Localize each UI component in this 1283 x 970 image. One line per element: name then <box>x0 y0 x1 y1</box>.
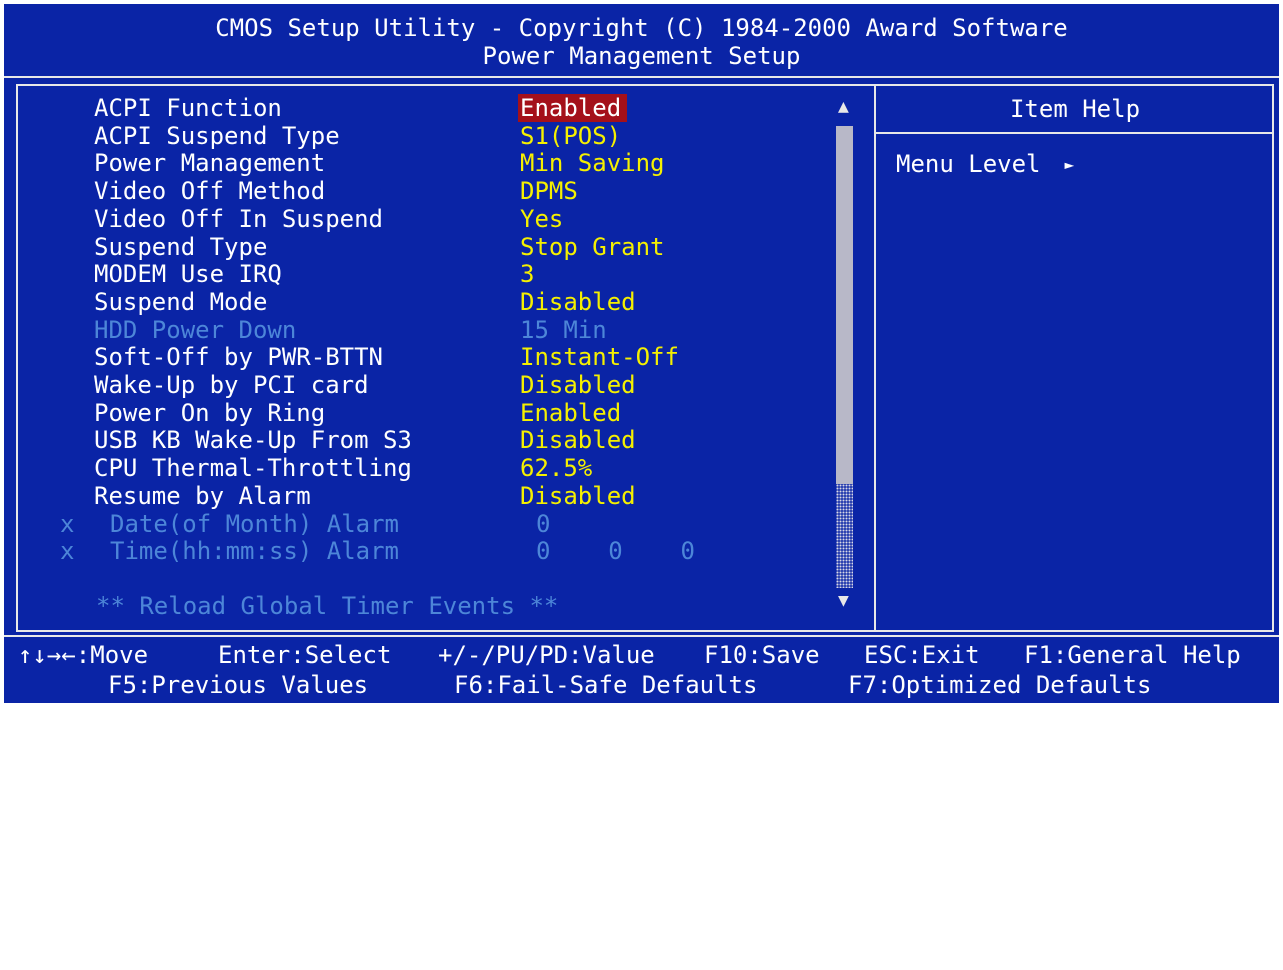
setting-value[interactable]: Disabled <box>520 288 636 316</box>
setting-value[interactable]: Enabled <box>520 399 621 427</box>
bios-screen: CMOS Setup Utility - Copyright (C) 1984-… <box>4 4 1279 703</box>
setting-label: HDD Power Down <box>94 315 297 344</box>
setting-value[interactable]: Disabled <box>520 482 636 510</box>
value-text: 0 0 0 <box>536 537 695 566</box>
setting-label: Soft-Off by PWR-BTTN <box>94 343 383 372</box>
setting-value[interactable]: Instant-Off <box>520 343 679 371</box>
header-title: CMOS Setup Utility - Copyright (C) 1984-… <box>215 14 1068 42</box>
value-text[interactable]: 62.5% <box>520 454 592 482</box>
value-text[interactable]: Yes <box>520 205 563 233</box>
setting-label: Resume by Alarm <box>94 481 311 510</box>
footer-f7: F7:Optimized Defaults <box>848 671 1152 699</box>
setting-value: 0 0 0 <box>536 537 695 565</box>
menu-level-label: Menu Level <box>896 150 1041 178</box>
value-text[interactable]: Stop Grant <box>520 233 665 261</box>
setting-label: MODEM Use IRQ <box>94 260 282 289</box>
setting-value[interactable]: DPMS <box>520 177 578 205</box>
help-title-divider <box>876 132 1274 134</box>
value-text[interactable]: 3 <box>520 260 534 288</box>
setting-label: Time(hh:mm:ss) Alarm <box>110 537 399 566</box>
setting-label: Wake-Up by PCI card <box>94 371 369 399</box>
value-text[interactable]: Disabled <box>520 482 636 510</box>
footer-enter: Enter:Select <box>218 641 392 669</box>
down-arrow-icon[interactable]: ▼ <box>838 590 849 611</box>
disabled-marker: x <box>60 509 75 538</box>
up-arrow-icon[interactable]: ▲ <box>838 96 849 117</box>
setting-value[interactable]: 3 <box>520 260 534 288</box>
setting-label: Power On by Ring <box>94 398 326 427</box>
setting-label: Suspend Mode <box>94 287 268 316</box>
setting-value[interactable]: Disabled <box>520 371 636 399</box>
header-divider <box>4 76 1279 78</box>
help-divider <box>874 84 876 632</box>
value-text[interactable]: Disabled <box>520 426 636 454</box>
header-subtitle: Power Management Setup <box>482 42 801 70</box>
setting-label: Date(of Month) Alarm <box>110 509 399 538</box>
setting-label: CPU Thermal-Throttling <box>94 454 412 483</box>
footer-f6: F6:Fail-Safe Defaults <box>454 671 758 699</box>
footer-esc: ESC:Exit <box>864 641 980 669</box>
reload-global-timer-events[interactable]: ** Reload Global Timer Events ** <box>96 592 558 620</box>
value-text[interactable]: Disabled <box>520 371 636 399</box>
setting-value[interactable]: Min Saving <box>520 149 665 177</box>
setting-label: Power Management <box>94 149 326 178</box>
setting-value: 15 Min <box>520 316 607 344</box>
menu-level: Menu Level ► <box>896 150 1074 181</box>
item-help-title: Item Help <box>1009 95 1141 123</box>
setting-value[interactable]: Enabled <box>518 94 628 122</box>
scrollbar-track[interactable] <box>836 484 853 588</box>
setting-value[interactable]: S1(POS) <box>520 122 621 150</box>
selected-value[interactable]: Enabled <box>518 94 628 122</box>
setting-value[interactable]: Disabled <box>520 426 636 454</box>
value-text[interactable]: DPMS <box>520 177 578 205</box>
setting-label: Suspend Type <box>94 232 268 261</box>
setting-label: Video Off Method <box>94 177 326 206</box>
setting-label: USB KB Wake-Up From S3 <box>94 426 412 455</box>
value-text[interactable]: Min Saving <box>520 149 665 177</box>
setting-value[interactable]: Stop Grant <box>520 233 665 261</box>
header: CMOS Setup Utility - Copyright (C) 1984-… <box>4 4 1279 80</box>
value-text: 15 Min <box>520 315 607 344</box>
value-text[interactable]: Enabled <box>520 399 621 427</box>
footer: ↑↓→←:Move Enter:Select +/-/PU/PD:Value F… <box>4 640 1279 970</box>
value-text[interactable]: S1(POS) <box>520 122 621 150</box>
setting-value[interactable]: 62.5% <box>520 454 592 482</box>
footer-save: F10:Save <box>704 641 820 669</box>
setting-value: 0 <box>536 510 550 538</box>
value-text: 0 <box>536 509 551 538</box>
value-text[interactable]: Disabled <box>520 288 636 316</box>
footer-move: ↑↓→←:Move <box>18 641 149 669</box>
value-text[interactable]: Instant-Off <box>520 343 679 371</box>
footer-divider <box>4 635 1279 637</box>
setting-label: Video Off In Suspend <box>94 204 383 233</box>
disabled-marker: x <box>60 537 75 566</box>
footer-help: F1:General Help <box>1024 641 1241 669</box>
right-triangle-icon: ► <box>1064 155 1075 174</box>
setting-value[interactable]: Yes <box>520 205 563 233</box>
setting-label: ACPI Function <box>94 94 282 122</box>
footer-f5: F5:Previous Values <box>108 671 369 699</box>
setting-label: ACPI Suspend Type <box>94 121 340 150</box>
footer-value: +/-/PU/PD:Value <box>438 641 655 669</box>
